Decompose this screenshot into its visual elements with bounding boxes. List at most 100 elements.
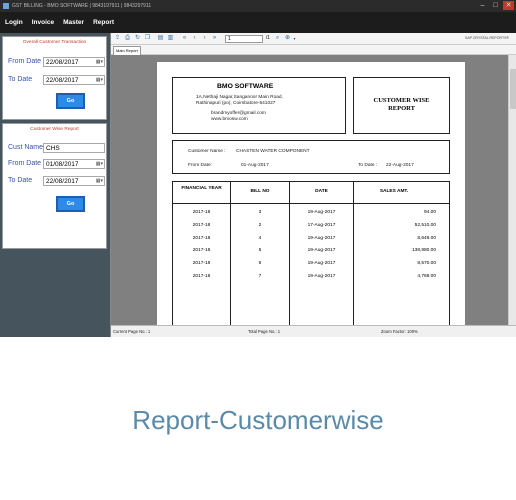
report-viewer: ⇪ ⎙ ↻ ❐ ▤ ▥ « ‹ › » 1 /1 ⌕ ⊕ ▾ SAP CRYST… <box>110 33 516 337</box>
from-date-label: From Date <box>188 163 211 168</box>
table-cell: 52,510.00 <box>414 222 436 228</box>
tab-main-report[interactable]: Main Report <box>113 46 141 55</box>
cust-name-label: Cust Name <box>8 144 44 151</box>
maximize-icon[interactable]: □ <box>490 1 501 10</box>
copy-icon[interactable]: ❐ <box>144 35 151 42</box>
app-icon <box>3 3 9 9</box>
export-icon[interactable]: ⇪ <box>114 35 121 42</box>
report-canvas: BMO SOFTWARE 1A,Nethaji Nagar,Sanganoor … <box>111 55 509 325</box>
prev-page-icon[interactable]: ‹ <box>191 35 198 42</box>
table-cell: 2017-18 <box>192 210 211 215</box>
menu-login[interactable]: Login <box>5 19 23 26</box>
group-tree-icon[interactable]: ▤ <box>157 35 164 42</box>
menu-invoice[interactable]: Invoice <box>32 19 54 26</box>
from-date-label: From Date <box>8 58 42 65</box>
from-date-sep: : <box>211 163 213 168</box>
parameter-panel-icon[interactable]: ▥ <box>167 35 174 42</box>
table-cell: 19-Aug-2017 <box>307 235 336 241</box>
page-number-input[interactable]: 1 <box>225 35 263 43</box>
table-cell: 19-Aug-2017 <box>307 210 336 215</box>
current-page-status: Current Page No.: 1 <box>113 329 151 334</box>
scroll-thumb[interactable] <box>510 69 516 109</box>
customer-name-sep: : <box>224 149 226 154</box>
to-date-picker[interactable]: 22/08/2017 ▦▾ <box>43 75 105 85</box>
from-date-value: 01-Aug-2017 <box>241 163 269 168</box>
table-cell: 5 <box>258 248 262 254</box>
zoom-icon[interactable]: ⊕ <box>284 35 291 42</box>
customer-info-box <box>172 140 450 174</box>
window-controls: – □ ✕ <box>477 1 514 10</box>
table-cell: 138,980.00 <box>411 248 436 254</box>
table-cell: 4 <box>258 235 262 241</box>
refresh-icon[interactable]: ↻ <box>134 35 141 42</box>
menu-report[interactable]: Report <box>93 19 114 26</box>
calendar-icon[interactable]: ▦▾ <box>96 177 103 186</box>
customer-wise-panel: Customer Wise Report Cust Name CHS From … <box>2 123 107 249</box>
calendar-icon[interactable]: ▦▾ <box>96 76 103 85</box>
print-icon[interactable]: ⎙ <box>124 35 131 42</box>
table-cell: 6 <box>258 261 262 267</box>
col-financial-year-label: FINANCIAL YEAR <box>181 186 222 191</box>
from-date-value: 01/08/2017 <box>46 161 79 168</box>
last-page-icon[interactable]: » <box>211 35 218 42</box>
to-date-value: 22/08/2017 <box>46 77 79 84</box>
app-window: GST BILLING - BMO SOFTWARE | 9843197911 … <box>0 0 516 337</box>
page-number-value: 1 <box>228 36 231 42</box>
report-title: CUSTOMER WISE REPORT <box>353 97 450 113</box>
table-cell: 19-Aug-2017 <box>307 274 336 279</box>
table-cell: 2 <box>258 222 262 228</box>
table-cell: 2017-18 <box>192 274 211 279</box>
window-title: GST BILLING - BMO SOFTWARE | 9843197911 … <box>12 3 152 9</box>
company-name: BMO SOFTWARE <box>217 83 274 90</box>
sidebar: Overall Customer Transaction From Date 2… <box>0 33 110 337</box>
customer-name-label: Customer Name <box>188 149 223 154</box>
to-date-label: To Date <box>8 76 33 83</box>
company-website: www.bmosw.com <box>211 117 248 122</box>
viewer-toolbar: ⇪ ⎙ ↻ ❐ ▤ ▥ « ‹ › » 1 /1 ⌕ ⊕ ▾ SAP CRYST… <box>111 33 516 45</box>
col-sales-amt: SALES AMT. <box>379 189 409 194</box>
close-icon[interactable]: ✕ <box>503 1 514 10</box>
status-bar: Current Page No.: 1 Total Page No.: 1 Zo… <box>111 325 516 337</box>
report-title-line-2: REPORT <box>388 105 415 112</box>
zoom-dropdown-icon[interactable]: ▾ <box>291 35 298 42</box>
table-cell: 2017-18 <box>192 222 211 228</box>
table-cell: 2017-18 <box>192 235 211 241</box>
to-date-sep: : <box>376 163 378 168</box>
cust-name-input[interactable]: CHS <box>43 143 105 153</box>
menu-master[interactable]: Master <box>63 19 84 26</box>
next-page-icon[interactable]: › <box>201 35 208 42</box>
minimize-icon[interactable]: – <box>477 1 488 10</box>
tab-strip: Main Report <box>111 45 516 55</box>
calendar-icon[interactable]: ▦▾ <box>96 160 103 169</box>
go-button[interactable]: Go <box>56 93 85 109</box>
cust-name-value: CHS <box>46 145 60 152</box>
customer-name-value: CHASTEN WATER COMPONENT <box>236 149 310 154</box>
panel-title: Customer Wise Report <box>30 127 79 132</box>
find-icon[interactable]: ⌕ <box>274 35 281 42</box>
to-date-value: 22-Aug-2017 <box>386 163 414 168</box>
zoom-factor-status: Zoom Factor: 100% <box>381 329 418 334</box>
table-cell: 94.00 <box>423 210 436 215</box>
go-button[interactable]: Go <box>56 196 85 212</box>
page-total: /1 <box>265 35 271 41</box>
to-date-label: To Date <box>8 177 33 184</box>
table-cell: 4,768.00 <box>417 274 436 279</box>
first-page-icon[interactable]: « <box>181 35 188 42</box>
from-date-picker[interactable]: 01/08/2017 ▦▾ <box>43 159 105 169</box>
menu-bar: Login Invoice Master Report <box>0 12 516 33</box>
to-date-label: To Date <box>358 163 375 168</box>
report-page: BMO SOFTWARE 1A,Nethaji Nagar,Sanganoor … <box>157 62 465 325</box>
overall-transaction-panel: Overall Customer Transaction From Date 2… <box>2 36 107 120</box>
panel-title: Overall Customer Transaction <box>22 40 87 45</box>
col-bill-no: BILL NO <box>250 189 270 194</box>
table-cell: 8,570.00 <box>417 261 436 267</box>
table-cell: 3 <box>258 210 262 215</box>
col-date: DATE <box>315 189 328 194</box>
report-title-line-1: CUSTOMER WISE <box>373 97 430 104</box>
to-date-picker[interactable]: 22/08/2017 ▦▾ <box>43 176 105 186</box>
table-cell: 7 <box>258 274 262 279</box>
calendar-icon[interactable]: ▦▾ <box>96 58 103 67</box>
from-date-picker[interactable]: 22/08/2017 ▦▾ <box>43 57 105 67</box>
vertical-scrollbar[interactable] <box>508 55 516 325</box>
table-cell: 8,649.00 <box>417 235 436 241</box>
